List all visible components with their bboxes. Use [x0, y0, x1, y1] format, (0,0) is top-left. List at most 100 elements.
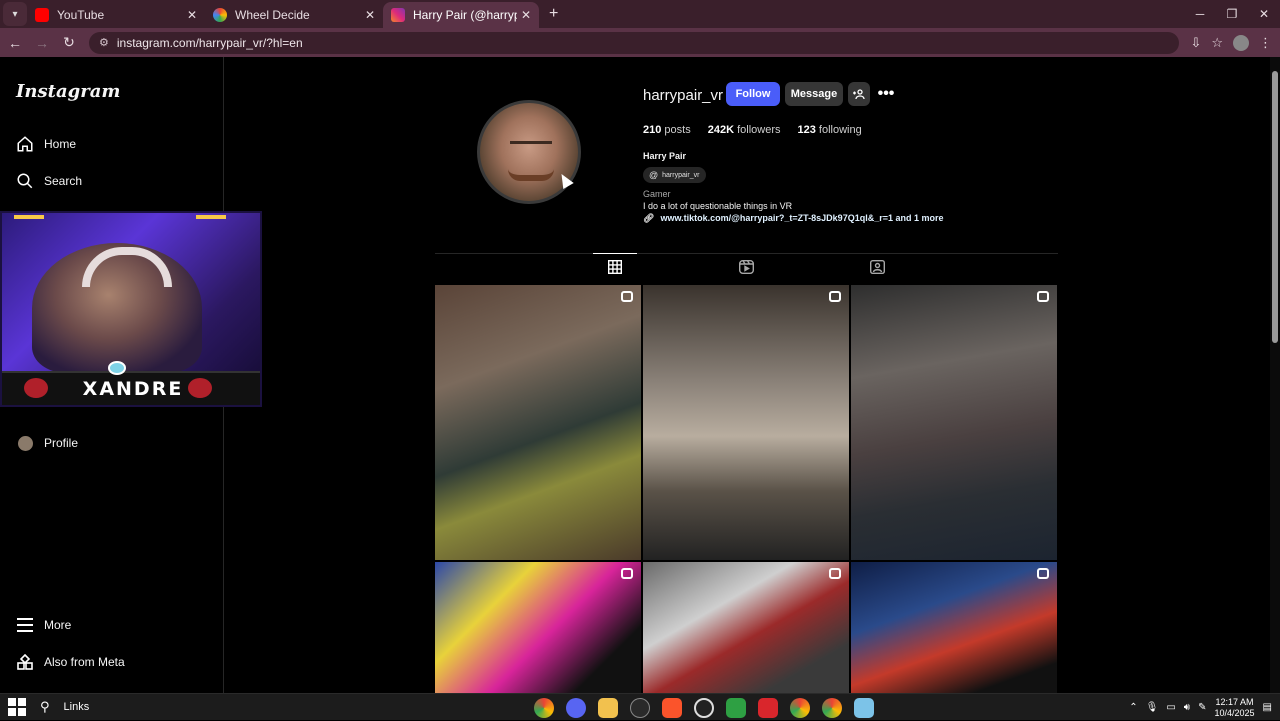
address-bar[interactable]: ⚙ instagram.com/harrypair_vr/?hl=en — [89, 31, 1179, 54]
post-thumbnail[interactable] — [851, 285, 1057, 560]
streamer-nameplate: XANDRE — [2, 361, 260, 405]
face-detail — [510, 141, 552, 149]
scrollbar-thumb[interactable] — [1272, 71, 1278, 343]
sidebar-item-label: More — [44, 618, 72, 632]
add-person-icon — [853, 89, 865, 99]
brave-app-icon[interactable] — [662, 698, 682, 718]
network-icon[interactable]: ▭ — [1166, 702, 1175, 713]
tab-wheel-decide[interactable]: Wheel Decide ✕ — [205, 2, 383, 28]
chrome-profile-icon[interactable] — [790, 698, 810, 718]
red-app-icon[interactable] — [758, 698, 778, 718]
post-thumbnail[interactable] — [435, 285, 641, 560]
profile-picture[interactable] — [477, 100, 581, 204]
forward-icon[interactable]: → — [30, 35, 54, 51]
restore-icon[interactable]: ❐ — [1216, 0, 1248, 28]
install-app-icon[interactable]: ⇩ — [1190, 35, 1201, 51]
url-text: instagram.com/harrypair_vr/?hl=en — [116, 35, 303, 50]
windows-start-icon[interactable] — [8, 698, 26, 716]
microphone-icon[interactable]: 🎙︎ — [1146, 702, 1159, 713]
profile-tabs — [435, 253, 1058, 285]
notepad-app-icon[interactable] — [854, 698, 874, 718]
notifications-icon[interactable]: ▤ — [1263, 702, 1272, 713]
close-tab-icon[interactable]: ✕ — [521, 8, 531, 22]
site-info-icon[interactable]: ⚙ — [99, 36, 109, 49]
page-scrollbar[interactable] — [1270, 57, 1280, 693]
profile-link[interactable]: 🔗︎ www.tiktok.com/@harrypair?_t=ZT-8sJDk9… — [643, 213, 943, 224]
bookmark-star-icon[interactable]: ☆ — [1211, 35, 1223, 51]
streamer-name: XANDRE — [82, 378, 184, 400]
chevron-up-icon[interactable]: ⌃ — [1129, 702, 1137, 713]
followers-stat[interactable]: 242K followers — [708, 124, 781, 136]
following-stat[interactable]: 123 following — [797, 124, 861, 136]
posts-count: 210 — [643, 124, 662, 136]
swirl-icon — [108, 361, 126, 375]
instagram-favicon-icon — [391, 8, 405, 22]
chrome-app-icon[interactable] — [534, 698, 554, 718]
obs-app-icon[interactable] — [694, 698, 714, 718]
close-tab-icon[interactable]: ✕ — [187, 8, 197, 22]
tab-search-button[interactable]: ▾ — [3, 2, 27, 26]
reel-icon — [621, 568, 633, 579]
tab-posts-grid[interactable] — [607, 259, 623, 276]
sidebar-item-profile[interactable]: Profile — [16, 432, 78, 454]
face-detail — [508, 169, 554, 181]
hamburger-icon — [16, 616, 34, 634]
post-thumbnail[interactable] — [851, 562, 1057, 694]
sidebar-item-more[interactable]: More — [16, 614, 71, 636]
posts-stat[interactable]: 210 posts — [643, 124, 691, 136]
sidebar-item-search[interactable]: Search — [16, 170, 82, 192]
tab-instagram[interactable]: Harry Pair (@harrypair_vr) • Insta ✕ — [383, 2, 539, 28]
minimize-icon[interactable]: ─ — [1184, 0, 1216, 28]
threads-badge[interactable]: @ harrypair_vr — [643, 167, 706, 183]
back-icon[interactable]: ← — [3, 35, 27, 51]
sidebar-item-home[interactable]: Home — [16, 133, 76, 155]
posts-label: posts — [664, 124, 691, 136]
profile-category: Gamer — [643, 189, 671, 199]
discord-app-icon[interactable] — [566, 698, 586, 718]
reel-icon — [829, 568, 841, 579]
browser-tab-strip: ▾ YouTube ✕ Wheel Decide ✕ Harry Pair (@… — [0, 0, 1280, 28]
followers-label: followers — [737, 124, 781, 136]
system-tray: ⌃ 🎙︎ ▭ 🔊︎ ✎ 12:17 AM 10/4/2025 ▤ — [1129, 694, 1272, 721]
sidebar-item-meta[interactable]: Also from Meta — [16, 651, 125, 673]
close-tab-icon[interactable]: ✕ — [365, 8, 375, 22]
tab-tagged[interactable] — [869, 259, 885, 276]
link-icon: 🔗︎ — [643, 213, 655, 223]
message-button[interactable]: Message — [785, 82, 843, 106]
reload-icon[interactable]: ↻ — [57, 34, 81, 51]
new-tab-icon[interactable]: + — [549, 5, 558, 23]
post-thumbnail[interactable] — [435, 562, 641, 694]
sidebar-item-label: Home — [44, 137, 77, 151]
taskbar-search[interactable]: ⚲ Links — [40, 699, 89, 715]
webcam-overlay: XANDRE — [0, 211, 262, 407]
volume-icon[interactable]: 🔊︎ — [1184, 702, 1190, 713]
browser-profile-avatar[interactable] — [1233, 34, 1249, 51]
tagged-icon — [869, 259, 885, 275]
post-thumbnail[interactable] — [643, 285, 849, 560]
threads-icon: @ — [649, 170, 659, 180]
close-window-icon[interactable]: ✕ — [1248, 0, 1280, 28]
chrome-active-icon[interactable] — [822, 698, 842, 718]
grid-icon — [607, 259, 623, 275]
options-button[interactable]: ••• — [875, 82, 897, 106]
browser-toolbar: ← → ↻ ⚙ instagram.com/harrypair_vr/?hl=e… — [0, 28, 1280, 57]
pen-icon[interactable]: ✎ — [1198, 702, 1206, 713]
suggested-users-button[interactable] — [848, 82, 870, 106]
overlay-accent — [14, 215, 44, 219]
profile-username: harrypair_vr — [643, 87, 724, 104]
home-icon — [16, 135, 34, 153]
tab-reels[interactable] — [738, 259, 754, 276]
youtube-favicon-icon — [35, 8, 49, 22]
browser-menu-icon[interactable]: ⋮ — [1259, 35, 1272, 51]
post-thumbnail[interactable] — [643, 562, 849, 694]
reel-icon — [1037, 568, 1049, 579]
overlay-accent — [196, 215, 226, 219]
tab-youtube[interactable]: YouTube ✕ — [27, 2, 205, 28]
davinci-app-icon[interactable] — [630, 698, 650, 718]
follow-button[interactable]: Follow — [726, 82, 780, 106]
instagram-logo[interactable]: Instagram — [16, 81, 120, 102]
search-icon — [16, 172, 34, 190]
file-explorer-icon[interactable] — [598, 698, 618, 718]
game-app-icon[interactable] — [726, 698, 746, 718]
taskbar-clock[interactable]: 12:17 AM 10/4/2025 — [1215, 697, 1255, 719]
